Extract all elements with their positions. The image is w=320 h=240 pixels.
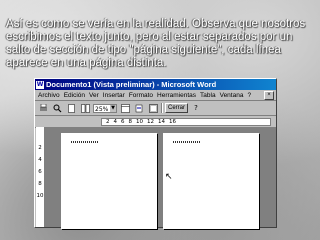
vruler-number: 4 — [38, 157, 42, 163]
preview-area[interactable]: ↖ — [45, 127, 276, 229]
shrink-to-fit-icon[interactable] — [133, 102, 145, 114]
ruler-number: 2 — [106, 118, 110, 125]
preview-main: 2 4 6 8 10 ↖ — [35, 127, 276, 229]
print-icon[interactable] — [37, 102, 49, 114]
preview-page-1[interactable] — [61, 133, 157, 229]
menu-formato[interactable]: Formato — [127, 92, 155, 99]
vertical-ruler[interactable]: 2 4 6 8 10 — [36, 127, 45, 227]
menu-insertar[interactable]: Insertar — [101, 92, 127, 99]
menu-archivo[interactable]: Archivo — [36, 92, 62, 99]
document-close-button[interactable]: × — [264, 90, 274, 100]
ruler-number: 8 — [128, 118, 133, 125]
zoom-select[interactable]: 25% ▼ — [93, 103, 117, 113]
menu-bar: Archivo Edición Ver Insertar Formato Her… — [35, 90, 276, 101]
ruler-number: 14 — [158, 118, 165, 125]
menu-edicion[interactable]: Edición — [62, 92, 87, 99]
view-ruler-icon[interactable] — [119, 102, 131, 114]
ruler-corner — [35, 116, 44, 127]
menu-ventana[interactable]: Ventana — [218, 92, 246, 99]
preview-page-2[interactable] — [163, 133, 259, 229]
magnifier-icon[interactable] — [51, 102, 63, 114]
preview-toolbar: 25% ▼ Cerrar ? — [35, 101, 276, 116]
ruler-number: 4 — [113, 118, 118, 125]
ruler-number: 16 — [169, 118, 176, 125]
vruler-number: 6 — [38, 169, 42, 175]
vruler-number: 10 — [36, 193, 44, 199]
page-text-line — [71, 141, 99, 143]
caption-text: Así es como se vería en la realidad. Obs… — [6, 18, 306, 69]
chevron-down-icon[interactable]: ▼ — [110, 104, 116, 112]
ruler-number: 12 — [147, 118, 154, 125]
menu-help[interactable]: ? — [245, 92, 253, 99]
ruler-number: 10 — [136, 118, 143, 125]
word-app-icon[interactable]: W — [36, 80, 44, 89]
toolbar-separator — [161, 103, 163, 113]
close-preview-button[interactable]: Cerrar — [165, 103, 189, 113]
menu-ver[interactable]: Ver — [87, 92, 101, 99]
menu-tabla[interactable]: Tabla — [198, 92, 218, 99]
full-screen-icon[interactable] — [147, 102, 159, 114]
vruler-number: 8 — [38, 181, 42, 187]
word-window: W Documento1 (Vista preliminar) - Micros… — [34, 78, 277, 229]
page-text-line — [173, 141, 201, 143]
horizontal-ruler[interactable]: 2 4 6 8 10 12 14 16 — [101, 117, 271, 126]
one-page-icon[interactable] — [65, 102, 77, 114]
multiple-pages-icon[interactable] — [79, 102, 91, 114]
window-title: Documento1 (Vista preliminar) - Microsof… — [46, 80, 217, 89]
menu-herramientas[interactable]: Herramientas — [155, 92, 198, 99]
mouse-cursor-icon: ↖ — [165, 172, 173, 182]
vruler-number: 2 — [38, 145, 42, 151]
help-icon[interactable]: ? — [190, 102, 202, 114]
ruler-number: 6 — [121, 118, 125, 125]
title-bar[interactable]: W Documento1 (Vista preliminar) - Micros… — [35, 79, 276, 90]
zoom-value: 25% — [95, 105, 109, 113]
